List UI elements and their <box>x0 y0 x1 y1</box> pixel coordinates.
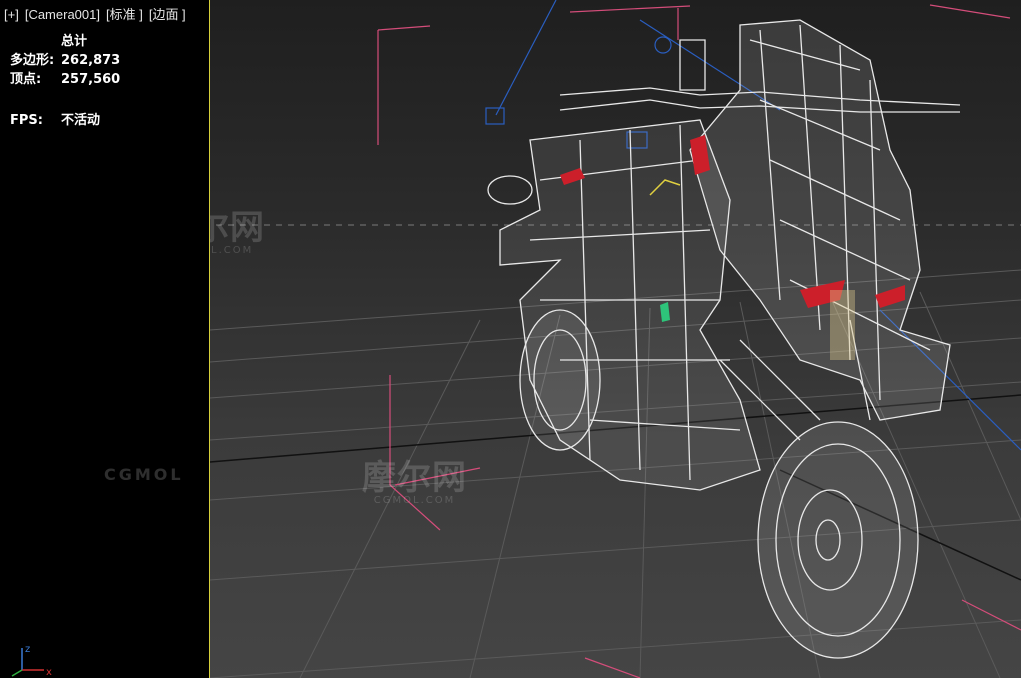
viewport-camera-menu[interactable]: [Camera001] <box>25 7 100 22</box>
viewport-plus-menu[interactable]: [+] <box>4 7 19 22</box>
stats-polygons-row: 多边形: 262,873 <box>10 51 120 70</box>
watermark-side-text: CGMOL <box>104 465 184 484</box>
polygons-label: 多边形: <box>10 53 55 68</box>
axis-x-label: x <box>46 667 52 678</box>
fps-label: FPS: <box>10 113 43 128</box>
stats-fps-row: FPS: 不活动 <box>10 111 120 130</box>
stats-header: 总计 <box>61 34 88 49</box>
axis-z-label: z <box>25 644 30 655</box>
scene-statistics: 总计 多边形: 262,873 顶点: 257,560 FPS: 不活动 <box>10 32 120 130</box>
viewport-label-menu[interactable]: [+] [Camera001] [标准 ] [边面 ] <box>4 4 192 23</box>
fps-value: 不活动 <box>61 113 101 128</box>
vertices-label: 顶点: <box>10 72 42 87</box>
motorcycle-wireframe[interactable] <box>487 19 961 659</box>
viewport-shading-menu[interactable]: [标准 ] <box>106 7 143 22</box>
axis-tripod-icon: z x <box>11 644 52 678</box>
statistics-panel: [+] [Camera001] [标准 ] [边面 ] 总计 多边形: 262,873… <box>0 0 210 678</box>
polygons-value: 262,873 <box>61 53 121 68</box>
viewport-display-menu[interactable]: [边面 ] <box>149 7 186 22</box>
vertices-value: 257,560 <box>61 72 121 87</box>
stats-vertices-row: 顶点: 257,560 <box>10 70 120 89</box>
